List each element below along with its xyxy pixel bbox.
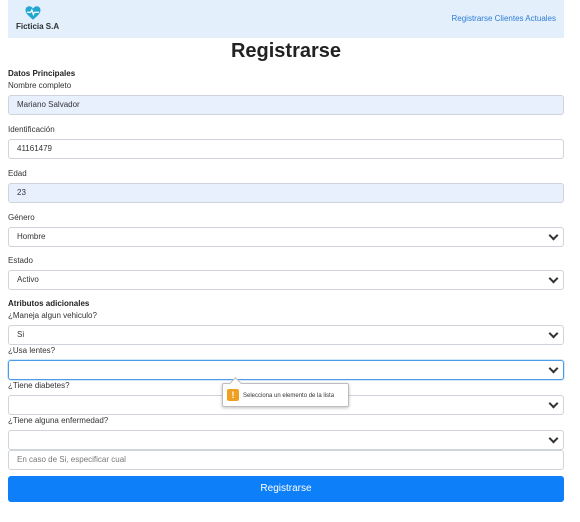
brand-name: Ficticia S.A bbox=[16, 22, 60, 31]
submit-button[interactable]: Registrarse bbox=[8, 476, 564, 502]
warning-icon: ! bbox=[227, 389, 239, 401]
nombre-input[interactable]: Mariano Salvador bbox=[8, 95, 564, 115]
edad-input[interactable]: 23 bbox=[8, 183, 564, 203]
especificar-input[interactable]: En caso de Si, especificar cual bbox=[8, 450, 564, 470]
page-title: Registrarse bbox=[230, 40, 342, 62]
nav-link-registrarse-clientes[interactable]: Registrarse Clientes Actuales bbox=[452, 14, 557, 23]
identificacion-input[interactable]: 41161479 bbox=[8, 139, 564, 159]
navbar: Ficticia S.A Registrarse Clientes Actual… bbox=[8, 0, 564, 38]
label-vehiculo: ¿Maneja algun vehiculo? bbox=[8, 311, 97, 320]
validation-tooltip: ! Selecciona un elemento de la lista bbox=[222, 383, 349, 407]
tooltip-text: Selecciona un elemento de la lista bbox=[243, 393, 335, 399]
especificar-placeholder: En caso de Si, especificar cual bbox=[17, 455, 126, 464]
estado-select[interactable]: Activo bbox=[8, 270, 564, 290]
label-identificacion: Identificación bbox=[8, 125, 55, 134]
heart-pulse-icon bbox=[25, 6, 41, 20]
lentes-select[interactable] bbox=[8, 360, 564, 380]
vehiculo-select[interactable]: Si bbox=[8, 325, 564, 345]
section-atributos-adicionales: Atributos adicionales bbox=[8, 299, 90, 308]
section-datos-principales: Datos Principales bbox=[8, 69, 76, 78]
label-genero: Género bbox=[8, 213, 35, 222]
label-enfermedad: ¿Tiene alguna enfermedad? bbox=[8, 416, 109, 425]
genero-select[interactable]: Hombre bbox=[8, 227, 564, 247]
enfermedad-select[interactable] bbox=[8, 430, 564, 450]
label-nombre: Nombre completo bbox=[8, 81, 72, 90]
label-edad: Edad bbox=[8, 169, 27, 178]
brand[interactable]: Ficticia S.A bbox=[16, 4, 68, 34]
label-lentes: ¿Usa lentes? bbox=[8, 346, 56, 355]
label-estado: Estado bbox=[8, 256, 33, 265]
label-diabetes: ¿Tiene diabetes? bbox=[8, 381, 70, 390]
